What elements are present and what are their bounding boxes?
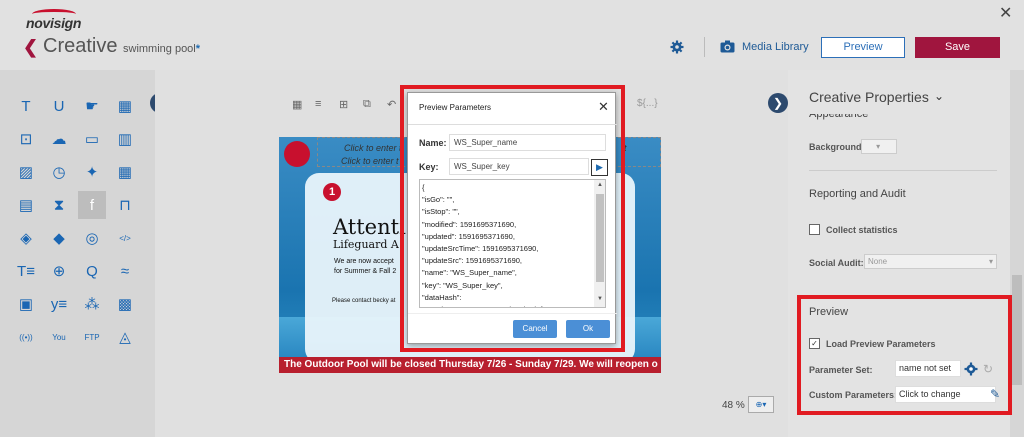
collapse-right-chevron-icon[interactable]: ❯ <box>768 93 788 113</box>
creative-logo <box>284 141 310 167</box>
save-button[interactable]: Save <box>915 37 1000 58</box>
broadcast-widget[interactable]: ((•)) <box>12 323 40 351</box>
social-audit-label: Social Audit: <box>809 258 864 268</box>
novisign-logo: novisign <box>26 9 86 31</box>
properties-scrollbar[interactable] <box>1010 70 1024 437</box>
reporting-heading: Reporting and Audit <box>809 188 906 200</box>
dialog-highlight-frame <box>400 85 625 352</box>
camera-icon[interactable] <box>720 40 735 53</box>
click-to-enter-text-2[interactable]: Click to enter t <box>341 156 399 166</box>
calendar-widget[interactable]: ▦ <box>111 92 139 120</box>
accepting-text: We are now accept <box>334 258 394 265</box>
media-library-link[interactable]: Media Library <box>742 41 809 53</box>
table-widget[interactable]: ▦ <box>111 158 139 186</box>
properties-scroll-thumb[interactable] <box>1012 275 1022 385</box>
chart-widget[interactable]: ▥ <box>111 125 139 153</box>
zoom-level: 48 % <box>722 400 745 411</box>
yammer-widget[interactable]: y≡ <box>45 290 73 318</box>
unsaved-marker: * <box>195 43 201 55</box>
social-audit-select[interactable]: None ▾ <box>864 254 997 269</box>
attention-heading: Attenti <box>333 215 406 239</box>
screen-widget[interactable]: ▭ <box>78 125 106 153</box>
expression-tool[interactable]: ${...} <box>637 98 658 109</box>
rss-widget[interactable]: ≈ <box>111 257 139 285</box>
undo-tool-icon[interactable]: ↶ <box>387 98 396 111</box>
document-name-text: swimming pool <box>123 43 196 55</box>
chevron-down-icon[interactable]: ⌄ <box>934 89 944 103</box>
text-widget[interactable]: T <box>12 92 40 120</box>
click-to-enter-text-1[interactable]: Click to enter t <box>344 143 402 153</box>
grid-widget[interactable]: ▩ <box>111 290 139 318</box>
zoom-dropdown-button[interactable]: ⊕▾ <box>748 396 774 413</box>
q-widget[interactable]: Q <box>78 257 106 285</box>
summer-fall-text: for Summer & Fall 2 <box>334 268 397 275</box>
background-label: Background <box>809 142 862 152</box>
sofa-widget[interactable]: ⊓ <box>111 191 139 219</box>
hourglass-widget[interactable]: ⧗ <box>45 191 73 219</box>
ticker-text-widget[interactable]: T≡ <box>12 257 40 285</box>
collect-statistics-checkbox[interactable] <box>809 224 820 235</box>
social-audit-value: None <box>868 257 888 266</box>
align-tool-icon[interactable]: ≡ <box>315 98 321 110</box>
facebook-widget[interactable]: f <box>78 191 106 219</box>
u-widget[interactable]: U <box>45 92 73 120</box>
crop-tool-icon[interactable]: ⊞ <box>339 98 348 111</box>
dots-widget[interactable]: ⁂ <box>78 290 106 318</box>
youtube-widget[interactable]: You <box>45 323 73 351</box>
textbox-widget[interactable]: ⊡ <box>12 125 40 153</box>
copy-tool-icon[interactable]: ⧉ <box>363 98 371 111</box>
preview-section-highlight-frame <box>797 295 1012 415</box>
gallery-widget[interactable]: ◈ <box>12 224 40 252</box>
dropdown-arrow-icon: ▾ <box>988 257 993 266</box>
app-header: novisign ❮ Creative swimming pool* Media… <box>0 0 1024 70</box>
document-name: swimming pool* <box>123 43 200 55</box>
properties-title: Creative Properties <box>809 89 929 105</box>
image360-widget[interactable]: ◬ <box>111 323 139 351</box>
back-chevron-icon[interactable]: ❮ <box>23 37 38 58</box>
header-divider <box>704 37 705 57</box>
collect-statistics-label: Collect statistics <box>826 225 898 235</box>
section-divider <box>809 170 997 171</box>
widget-panel: T U ☛ ▦ ⊡ ☁ ▭ ▥ ▨ ◷ ✦ ▦ ▤ ⧗ f ⊓ ◈ ◆ ◎ </> T≡ ⊕ Q ≈ ▣ y≡ ⁂ ▩ ((•)) You… <box>0 70 155 437</box>
film-widget[interactable]: ▤ <box>12 191 40 219</box>
lifeguard-subheading: Lifeguard A <box>333 238 399 251</box>
clock-widget[interactable]: ◷ <box>45 158 73 186</box>
weather-widget[interactable]: ☁ <box>45 125 73 153</box>
web-widget[interactable]: ▣ <box>12 290 40 318</box>
badge-number: 1 <box>323 183 341 201</box>
ftp-widget[interactable]: FTP <box>78 323 106 351</box>
preview-button[interactable]: Preview <box>821 37 905 58</box>
contact-text: Please contact becky at <box>332 298 396 304</box>
image-widget[interactable]: ▨ <box>12 158 40 186</box>
background-select[interactable]: ▾ <box>861 139 897 154</box>
code-widget[interactable]: </> <box>111 224 139 252</box>
globe-widget[interactable]: ⊕ <box>45 257 73 285</box>
page-title[interactable]: Creative <box>43 35 117 58</box>
grid-tool-icon[interactable]: ▦ <box>292 98 302 111</box>
twitter-widget[interactable]: ✦ <box>78 158 106 186</box>
settings-gear-icon[interactable] <box>670 40 684 54</box>
logo-text: novisign <box>26 15 82 31</box>
gesture-widget[interactable]: ☛ <box>78 92 106 120</box>
shapes-widget[interactable]: ◆ <box>45 224 73 252</box>
instagram-widget[interactable]: ◎ <box>78 224 106 252</box>
close-icon[interactable]: ✕ <box>999 3 1012 23</box>
appearance-heading: Appearance <box>809 108 869 120</box>
ticker-bar: The Outdoor Pool will be closed Thursday… <box>279 357 661 373</box>
